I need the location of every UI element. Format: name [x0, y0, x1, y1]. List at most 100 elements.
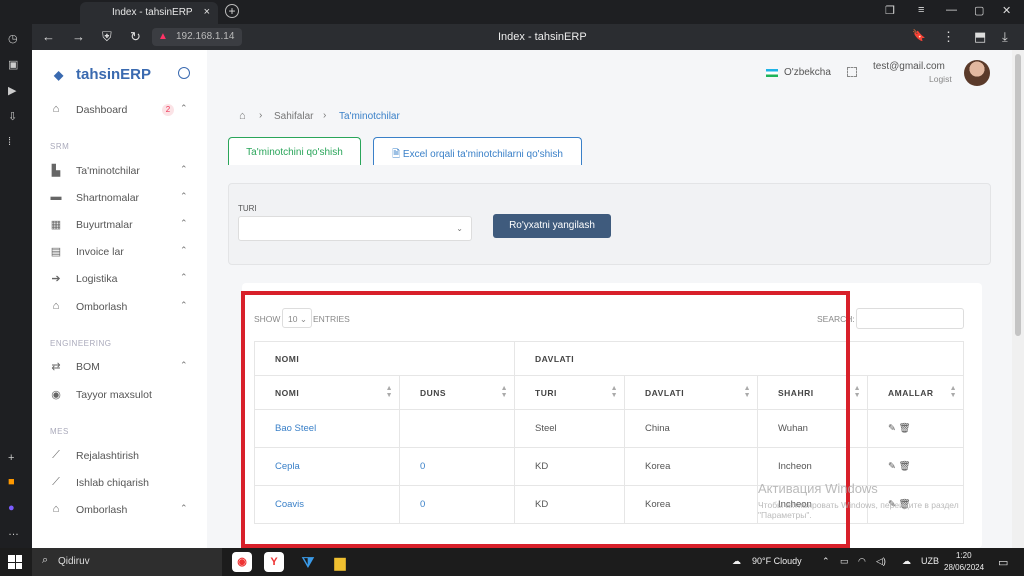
windows-start-icon[interactable] [8, 555, 22, 569]
turi-select[interactable]: ⌄ [238, 216, 472, 241]
sidebar-item-omborlash[interactable]: ⌂ Omborlash ⌃ [50, 298, 200, 316]
section-srm: SRM [50, 142, 70, 151]
window-close-icon[interactable]: ✕ [1002, 4, 1011, 17]
windows-activation-title: Активация Windows [758, 481, 878, 496]
minimize-icon[interactable]: — [946, 4, 957, 16]
add-icon[interactable]: + [8, 452, 14, 464]
reload-icon[interactable]: ↻ [130, 29, 141, 45]
sidebar-item-omborlash-mes[interactable]: ⌂ Omborlash ⌃ [50, 501, 200, 519]
avatar[interactable] [964, 60, 990, 86]
cell-turi: KD [514, 447, 625, 486]
app-icon[interactable]: ■ [8, 476, 15, 488]
collections-icon[interactable]: ▣ [8, 58, 18, 71]
trash-icon[interactable]: 🗑 [899, 461, 911, 472]
downloads-icon[interactable]: ⇩ [8, 110, 17, 123]
tab-collections-icon[interactable]: ❐ [885, 4, 895, 17]
language-selector[interactable]: O'zbekcha [784, 67, 831, 78]
refresh-list-button[interactable]: Ro'yxatni yangilash [493, 214, 611, 238]
network-icon[interactable]: ▭ [840, 556, 849, 567]
column-header-shahri[interactable]: SHAHRI ▲ ▼ [757, 375, 868, 410]
yandex-browser-icon[interactable]: Y [264, 552, 284, 572]
search-input[interactable] [856, 308, 964, 329]
clock-time[interactable]: 1:20 [956, 551, 972, 560]
sidebar-item-shartnomalar[interactable]: ▬ Shartnomalar ⌃ [50, 189, 200, 207]
tab-close-icon[interactable]: × [204, 6, 210, 18]
sidebar-item-invoice[interactable]: ▤ Invoice lar ⌃ [50, 243, 200, 261]
column-header-nomi[interactable]: NOMI ▲ ▼ [254, 375, 400, 410]
sidebar-item-label: Buyurtmalar [76, 219, 133, 231]
assistant-icon[interactable]: ● [8, 502, 15, 514]
cell-nomi[interactable]: Coavis [254, 485, 400, 524]
sort-icon: ▲ ▼ [610, 385, 618, 399]
shield-icon[interactable]: ⛨ [102, 29, 112, 45]
edit-icon[interactable]: ✎ [888, 461, 896, 472]
sidebar-toggle-icon[interactable] [178, 67, 190, 79]
maximize-icon[interactable]: ▢ [974, 4, 984, 17]
cell-nomi[interactable]: Cepla [254, 447, 400, 486]
share-icon[interactable]: ⬒ [974, 29, 986, 45]
sidebar-item-tayyor-maxsulot[interactable]: ◉ Tayyor maxsulot [50, 386, 200, 404]
notification-icon[interactable]: ▭ [998, 556, 1008, 569]
new-tab-button[interactable]: + [225, 4, 239, 18]
home-icon: ⌂ [52, 103, 60, 115]
sidebar-item-logistika[interactable]: ➔ Logistika ⌃ [50, 270, 200, 288]
volume-icon[interactable]: ◁) [876, 556, 886, 567]
cell-davlati: China [624, 409, 758, 448]
tab-add-supplier[interactable]: Ta'minotchini qo'shish [228, 137, 361, 165]
cloud-icon[interactable]: ☁ [902, 556, 911, 567]
scrollbar-thumb[interactable] [1015, 54, 1021, 336]
weather-text[interactable]: 90°F Cloudy [752, 556, 802, 566]
cell-nomi[interactable]: Bao Steel [254, 409, 400, 448]
breadcrumb-current[interactable]: Ta'minotchilar [339, 111, 400, 122]
forward-icon[interactable]: → [72, 29, 85, 44]
sidebar-item-bom[interactable]: ⇄ BOM ⌃ [50, 358, 200, 376]
page-viewport: ◆ tahsinERP ⌂ Dashboard 2 ⌃ SRM ▙ Ta'mino… [32, 50, 1012, 548]
wifi-icon[interactable]: ◠ [858, 556, 866, 567]
more-apps-icon[interactable]: … [8, 526, 19, 538]
sidebar-item-dashboard[interactable]: ⌂ Dashboard 2 ⌃ [50, 101, 200, 119]
cell-shahri: Wuhan [757, 409, 868, 448]
page-scrollbar[interactable] [1012, 50, 1024, 548]
play-icon[interactable]: ▶ [8, 84, 16, 97]
brand[interactable]: ◆ tahsinERP [52, 66, 151, 83]
column-header-duns[interactable]: DUNS ▲ ▼ [399, 375, 515, 410]
breadcrumb-sahifalar[interactable]: Sahifalar [274, 111, 313, 122]
search-icon: ⌕ [42, 554, 49, 566]
fullscreen-icon[interactable] [847, 67, 857, 77]
vscode-icon[interactable]: ⧩ [298, 552, 318, 572]
sidebar-item-taminotchilar[interactable]: ▙ Ta'minotchilar ⌃ [50, 162, 200, 180]
column-header-davlati[interactable]: DAVLATI ▲ ▼ [624, 375, 758, 410]
user-role: Logist [929, 74, 952, 84]
browser-tab[interactable]: Index - tahsinERP × [80, 2, 218, 24]
apps-icon[interactable]: ⁞ [8, 136, 11, 148]
tab-add-excel[interactable]: 🗎 Excel orqali ta'minotchilarni qo'shish [373, 137, 582, 165]
warehouse-icon: ⌂ [52, 503, 60, 515]
column-header-turi[interactable]: TURI ▲ ▼ [514, 375, 625, 410]
trash-icon[interactable]: 🗑 [899, 423, 911, 434]
sidebar-item-buyurtmalar[interactable]: ▦ Buyurtmalar ⌃ [50, 216, 200, 234]
language-indicator[interactable]: UZB [921, 556, 939, 566]
bookmark-icon[interactable]: 🔖 [912, 29, 926, 42]
user-email: test@gmail.com [873, 61, 945, 72]
sidebar-item-rejalashtirish[interactable]: ⟋ Rejalashtirish [50, 447, 200, 465]
chevron-up-icon: ⌃ [180, 164, 188, 174]
edit-icon[interactable]: ✎ [888, 423, 896, 434]
chrome-icon[interactable]: ◉ [232, 552, 252, 572]
back-icon[interactable]: ← [42, 29, 55, 44]
home-icon[interactable]: ⌂ [239, 110, 246, 122]
taskbar-search[interactable]: ⌕ Qidiruv [32, 548, 222, 576]
menu-icon[interactable]: ≡ [918, 4, 924, 16]
more-icon[interactable]: ⋮ [942, 29, 955, 45]
table-header-row: NOMI ▲ ▼ DUNS ▲ ▼ TURI ▲ ▼ DAVLATI ▲ ▼ SHAHRI ▲ ▼ … [254, 375, 964, 410]
table-group-header-row: NOMI DAVLATI [254, 341, 964, 376]
sidebar-item-ishlab-chiqarish[interactable]: ⟋ Ishlab chiqarish [50, 474, 200, 492]
download-icon[interactable]: ⤓ [1002, 29, 1008, 45]
url-field[interactable]: ▲ 192.168.1.14 [152, 28, 242, 46]
file-explorer-icon[interactable]: ▆ [330, 552, 350, 572]
history-icon[interactable]: ◷ [8, 32, 18, 45]
column-header-amallar[interactable]: AMALLAR ▲ ▼ [867, 375, 964, 410]
entries-select[interactable]: 10 ⌄ [282, 308, 312, 328]
chevron-up-icon[interactable]: ⌃ [822, 556, 830, 567]
taskbar: ⌕ Qidiruv ◉ Y ⧩ ▆ ☁ 90°F Cloudy ⌃ ▭ ◠ ◁)… [0, 548, 1024, 576]
clock-date[interactable]: 28/06/2024 [944, 563, 984, 572]
